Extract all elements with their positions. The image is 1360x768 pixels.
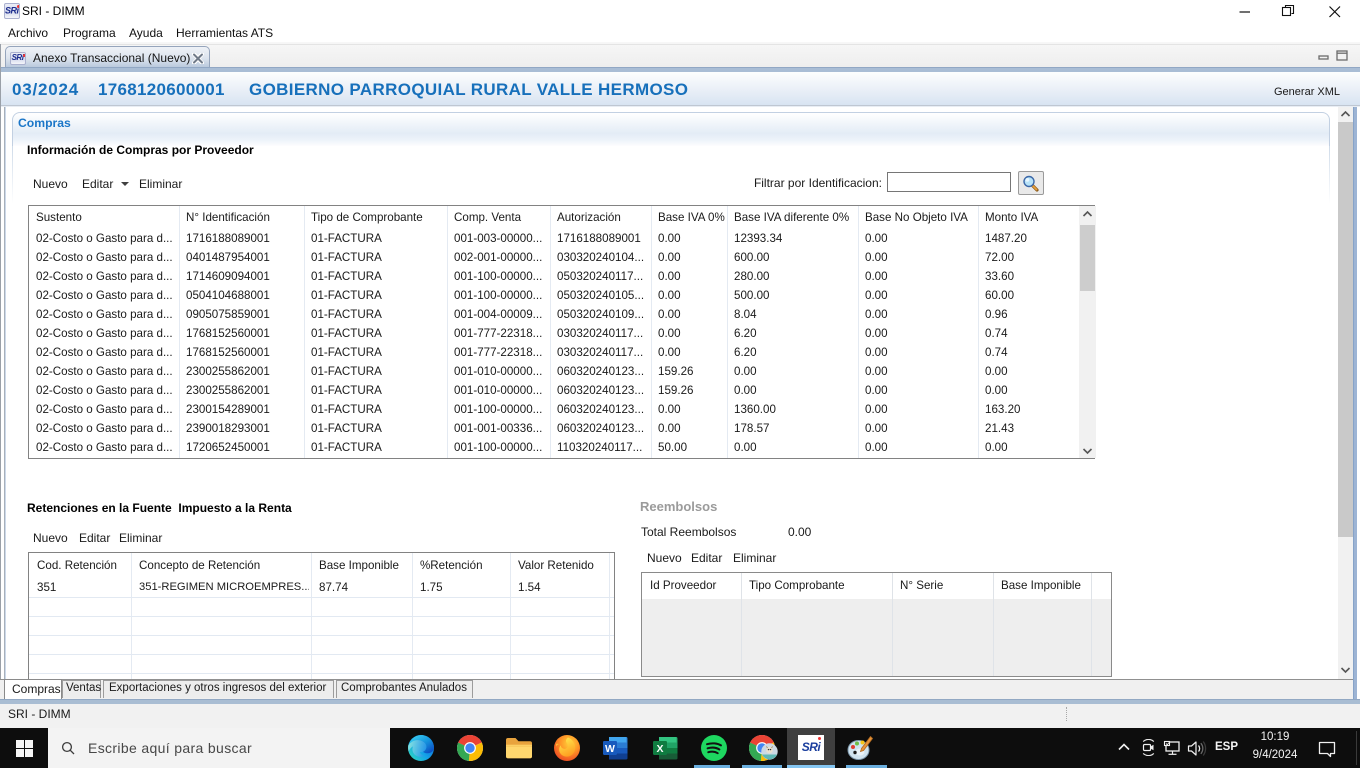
svg-text:W: W <box>605 743 615 755</box>
svg-text:X: X <box>656 743 663 755</box>
